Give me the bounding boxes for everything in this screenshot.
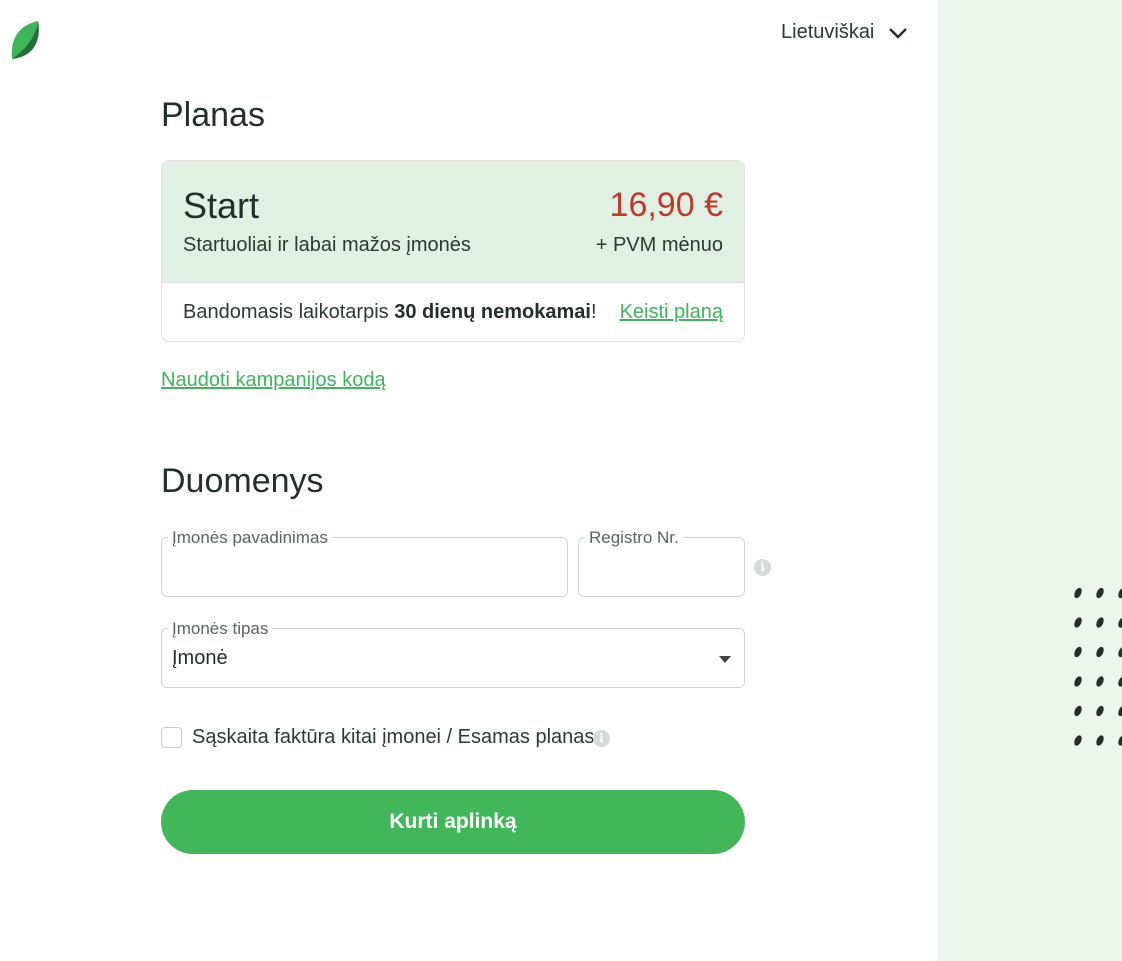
trial-text: Bandomasis laikotarpis 30 dienų nemokama… <box>183 301 597 324</box>
dot-mark <box>1096 676 1104 687</box>
dot-mark <box>1074 617 1082 628</box>
dot-mark <box>1096 735 1104 746</box>
plan-card-footer: Bandomasis laikotarpis 30 dienų nemokama… <box>162 283 744 341</box>
dot-mark <box>1096 646 1104 658</box>
plan-price-unit: + PVM mėnuo <box>595 234 723 256</box>
dot-mark <box>1118 705 1122 717</box>
registry-number-field[interactable]: Registro Nr. <box>578 528 745 597</box>
create-environment-button[interactable]: Kurti aplinką <box>161 790 745 854</box>
plan-name: Start <box>183 185 260 226</box>
company-type-label: Įmonės tipas <box>168 619 273 639</box>
plan-card-header: Start Startuoliai ir labai mažos įmonės … <box>162 161 744 283</box>
dot-mark <box>1096 587 1104 599</box>
invoice-other-company-checkbox[interactable] <box>161 727 182 748</box>
campaign-code-link[interactable]: Naudoti kampanijos kodą <box>161 369 386 392</box>
dot-mark <box>1074 646 1082 658</box>
dots-pattern-icon <box>1074 587 1122 746</box>
trial-highlight: 30 dienų nemokamai <box>394 301 591 323</box>
language-label: Lietuviškai <box>781 21 875 43</box>
side-panel <box>937 0 1122 961</box>
dot-mark <box>1074 676 1082 687</box>
plan-card: Start Startuoliai ir labai mažos įmonės … <box>161 160 745 342</box>
invoice-other-company-label[interactable]: Sąskaita faktūra kitai įmonei / Esamas p… <box>192 726 594 749</box>
dot-mark <box>1074 735 1082 746</box>
trial-suffix: ! <box>590 301 597 323</box>
chevron-down-icon <box>889 27 908 39</box>
data-section-title: Duomenys <box>161 462 324 500</box>
caret-down-icon <box>719 656 731 663</box>
dot-mark <box>1118 617 1122 628</box>
dot-mark <box>1118 735 1122 746</box>
dot-mark <box>1074 587 1082 599</box>
company-name-field[interactable]: Įmonės pavadinimas <box>161 528 568 597</box>
plan-section-title: Planas <box>161 96 265 134</box>
change-plan-link[interactable]: Keisti planą <box>620 301 723 324</box>
registry-number-input[interactable] <box>579 538 744 596</box>
company-type-value: Įmonė <box>172 647 228 669</box>
invoice-info-icon[interactable]: i <box>593 730 610 747</box>
dot-mark <box>1118 676 1122 687</box>
plan-price: 16,90 € <box>609 186 723 224</box>
company-name-input[interactable] <box>162 538 567 596</box>
language-selector[interactable]: Lietuviškai <box>781 21 908 44</box>
dot-mark <box>1096 705 1104 717</box>
company-type-select[interactable]: Įmonės tipas Įmonė <box>161 619 745 688</box>
leaf-logo-icon[interactable] <box>8 19 44 63</box>
plan-description: Startuoliai ir labai mažos įmonės <box>183 234 471 256</box>
dot-mark <box>1118 646 1122 658</box>
dot-mark <box>1074 705 1082 717</box>
dot-mark <box>1118 587 1122 599</box>
trial-prefix: Bandomasis laikotarpis <box>183 301 395 323</box>
dot-mark <box>1096 617 1104 628</box>
registry-info-icon[interactable]: i <box>754 559 771 576</box>
